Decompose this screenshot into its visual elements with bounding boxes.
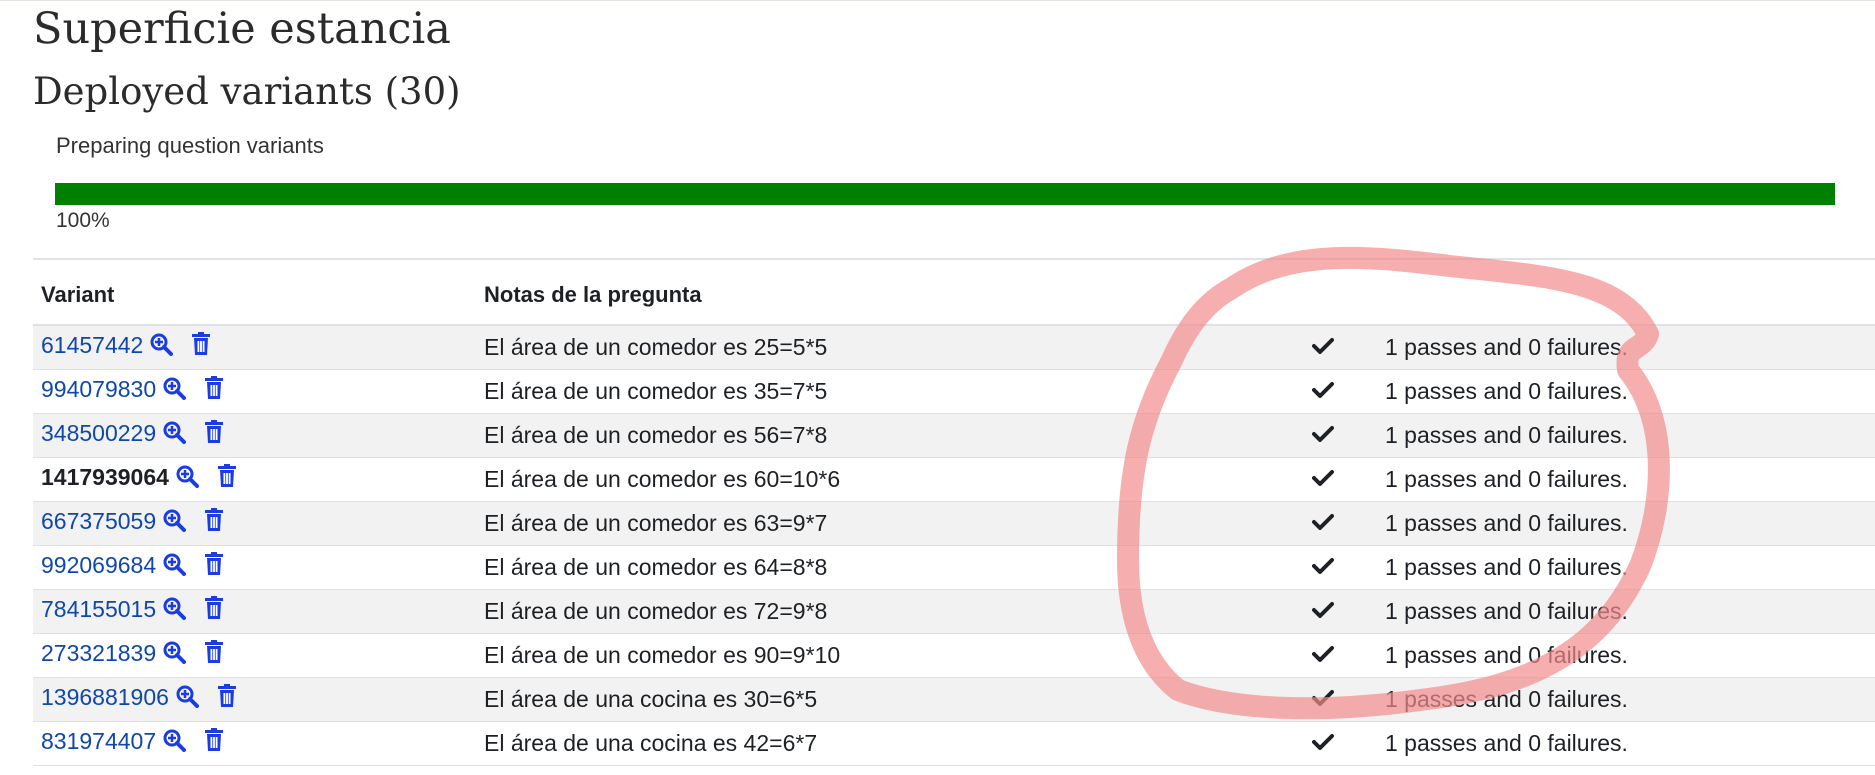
- table-row: 61457442 El área de un comedor es 25=5*5 1…: [33, 325, 1875, 369]
- trash-icon[interactable]: [217, 464, 237, 494]
- check-icon: [1269, 633, 1377, 677]
- table-row: 273321839 El área de un comedor es 90=9*1…: [33, 633, 1875, 677]
- trash-icon[interactable]: [204, 552, 224, 582]
- variant-link[interactable]: 994079830: [41, 376, 156, 402]
- check-icon: [1269, 457, 1377, 501]
- check-icon: [1269, 545, 1377, 589]
- table-row: 992069684 El área de un comedor es 64=8*8…: [33, 545, 1875, 589]
- table-row: 994079830 El área de un comedor es 35=7*5…: [33, 369, 1875, 413]
- variant-link[interactable]: 61457442: [41, 332, 143, 358]
- trash-icon[interactable]: [204, 728, 224, 758]
- cell-variant: 1396881906: [33, 677, 476, 721]
- cell-notes: El área de un comedor es 90=9*10: [484, 641, 841, 668]
- check-icon: [1269, 721, 1377, 765]
- trash-icon[interactable]: [204, 508, 224, 538]
- cell-variant: 992069684: [33, 545, 476, 589]
- preview-zoom-icon[interactable]: [162, 596, 187, 626]
- header-check: [1269, 259, 1377, 325]
- progress-percent: 100%: [56, 209, 110, 232]
- preview-zoom-icon[interactable]: [162, 552, 187, 582]
- trash-icon[interactable]: [217, 684, 237, 714]
- cell-test-result: 1 passes and 0 failures.: [1385, 597, 1628, 624]
- variant-link[interactable]: 273321839: [41, 640, 156, 666]
- cell-test-result: 1 passes and 0 failures.: [1385, 553, 1628, 580]
- cell-variant: 994079830: [33, 369, 476, 413]
- section-title: Deployed variants (30): [33, 70, 461, 113]
- check-icon: [1269, 501, 1377, 545]
- table-row: 1417939064 El área de un comedor es 60=10…: [33, 457, 1875, 501]
- cell-variant: 348500229: [33, 413, 476, 457]
- trash-icon[interactable]: [204, 376, 224, 406]
- cell-test-result: 1 passes and 0 failures.: [1385, 641, 1628, 668]
- progress-bar: [55, 183, 1835, 205]
- table-row: 667375059 El área de un comedor es 63=9*7…: [33, 501, 1875, 545]
- check-icon: [1269, 325, 1377, 369]
- cell-test-result: 1 passes and 0 failures.: [1385, 685, 1628, 712]
- check-icon: [1269, 589, 1377, 633]
- trash-icon[interactable]: [204, 420, 224, 450]
- cell-notes: El área de una cocina es 42=6*7: [484, 729, 818, 756]
- cell-test-result: 1 passes and 0 failures.: [1385, 377, 1628, 404]
- trash-icon[interactable]: [204, 640, 224, 670]
- top-rule: [0, 0, 1875, 1]
- variant-link[interactable]: 784155015: [41, 596, 156, 622]
- cell-test-result: 1 passes and 0 failures.: [1385, 729, 1628, 756]
- cell-test-result: 1 passes and 0 failures.: [1385, 509, 1628, 536]
- header-notes: Notas de la pregunta: [484, 282, 702, 307]
- variant-id-current: 1417939064: [41, 464, 169, 491]
- table-row: 784155015 El área de un comedor es 72=9*8…: [33, 589, 1875, 633]
- preview-zoom-icon[interactable]: [162, 376, 187, 406]
- table-row: 348500229 El área de un comedor es 56=7*8…: [33, 413, 1875, 457]
- cell-notes: El área de un comedor es 35=7*5: [484, 377, 828, 404]
- variant-link[interactable]: 992069684: [41, 552, 156, 578]
- variant-link[interactable]: 831974407: [41, 728, 156, 754]
- preview-zoom-icon[interactable]: [162, 420, 187, 450]
- header-result: [1377, 259, 1875, 325]
- cell-notes: El área de un comedor es 25=5*5: [484, 333, 828, 360]
- variant-link[interactable]: 348500229: [41, 420, 156, 446]
- preview-zoom-icon[interactable]: [162, 728, 187, 758]
- cell-notes: El área de un comedor es 60=10*6: [484, 465, 841, 492]
- cell-test-result: 1 passes and 0 failures.: [1385, 333, 1628, 360]
- preview-zoom-icon[interactable]: [175, 464, 199, 494]
- preview-zoom-icon[interactable]: [162, 640, 187, 670]
- variant-link[interactable]: 667375059: [41, 508, 156, 534]
- table-body: 61457442 El área de un comedor es 25=5*5 1…: [33, 325, 1875, 765]
- preview-zoom-icon[interactable]: [175, 684, 199, 714]
- check-icon: [1269, 677, 1377, 721]
- check-icon: [1269, 369, 1377, 413]
- cell-variant: 831974407: [33, 721, 476, 765]
- table-row: 1396881906 El área de una cocina es 30=6*…: [33, 677, 1875, 721]
- table-header: Variant Notas de la pregunta: [33, 259, 1875, 325]
- cell-notes: El área de un comedor es 56=7*8: [484, 421, 828, 448]
- preview-zoom-icon[interactable]: [149, 332, 174, 362]
- cell-variant: 1417939064: [33, 457, 476, 501]
- variant-link[interactable]: 1396881906: [41, 684, 169, 710]
- cell-notes: El área de una cocina es 30=6*5: [484, 685, 818, 712]
- preview-zoom-icon[interactable]: [162, 508, 187, 538]
- cell-test-result: 1 passes and 0 failures.: [1385, 421, 1628, 448]
- header-variant: Variant: [41, 282, 115, 307]
- progress-fill: [55, 183, 1835, 205]
- cell-variant: 273321839: [33, 633, 476, 677]
- cell-variant: 667375059: [33, 501, 476, 545]
- cell-notes: El área de un comedor es 72=9*8: [484, 597, 828, 624]
- variants-table: Variant Notas de la pregunta 61457442 El …: [33, 258, 1875, 766]
- cell-variant: 784155015: [33, 589, 476, 633]
- progress-label: Preparing question variants: [56, 133, 324, 158]
- cell-test-result: 1 passes and 0 failures.: [1385, 465, 1628, 492]
- check-icon: [1269, 413, 1377, 457]
- cell-variant: 61457442: [33, 325, 476, 369]
- table-row: 831974407 El área de una cocina es 42=6*7…: [33, 721, 1875, 765]
- cell-notes: El área de un comedor es 63=9*7: [484, 509, 828, 536]
- cell-notes: El área de un comedor es 64=8*8: [484, 553, 828, 580]
- table-header-row: Variant Notas de la pregunta: [33, 259, 1875, 325]
- trash-icon[interactable]: [191, 332, 211, 362]
- page-title: Superficie estancia: [33, 4, 451, 54]
- trash-icon[interactable]: [204, 596, 224, 626]
